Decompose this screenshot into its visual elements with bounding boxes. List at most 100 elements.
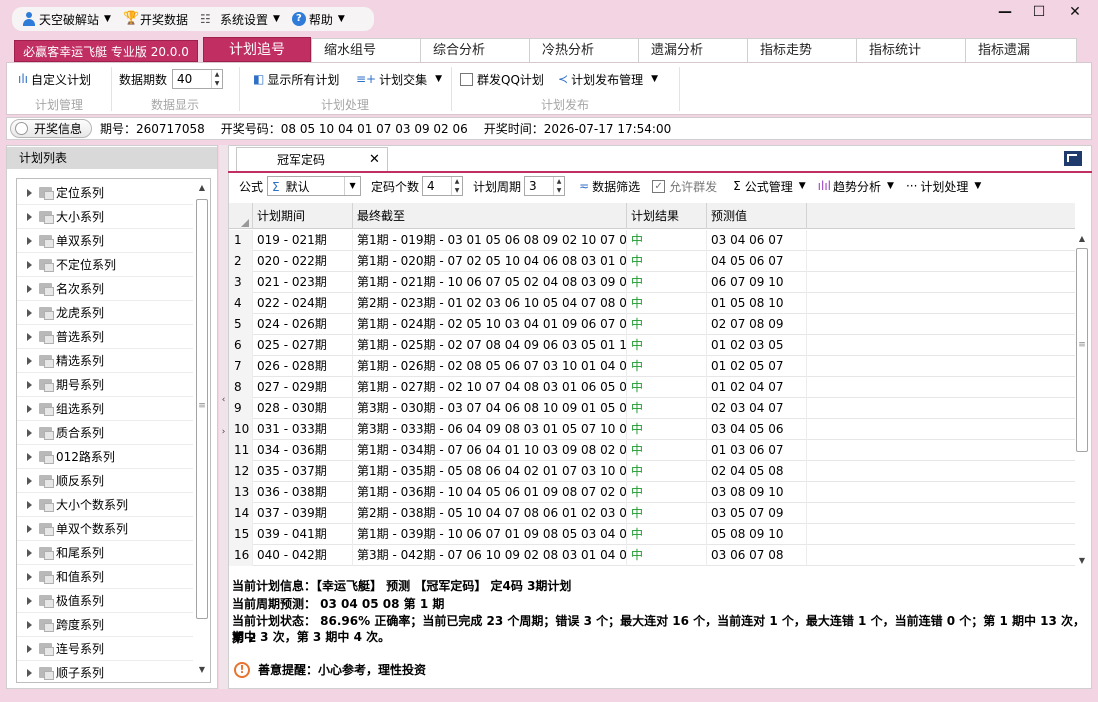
cell-pred[interactable]: 04 05 06 07: [707, 251, 807, 272]
table-row[interactable]: 11 034 - 036期 第1期 - 034期 - 07 06 04 01 10 …: [229, 440, 1075, 461]
plan-cycle-value[interactable]: 3: [525, 179, 553, 193]
cell-period[interactable]: 028 - 030期: [253, 398, 353, 419]
cell-n[interactable]: 8: [229, 377, 253, 398]
cell-pred[interactable]: 01 02 03 05: [707, 335, 807, 356]
table-row[interactable]: 7 026 - 028期 第1期 - 026期 - 02 08 05 06 07 0…: [229, 356, 1075, 377]
cell-n[interactable]: 5: [229, 314, 253, 335]
expand-arrow-icon[interactable]: [27, 596, 33, 605]
expand-arrow-icon[interactable]: [27, 500, 33, 509]
column-header[interactable]: 最终截至: [353, 203, 627, 229]
expand-arrow-icon[interactable]: [27, 308, 33, 317]
formula-select[interactable]: Σ 默认 ▼: [267, 176, 362, 196]
tree-item[interactable]: 大小系列: [17, 205, 193, 229]
table-row[interactable]: 8 027 - 029期 第1期 - 027期 - 02 10 07 04 08 0…: [229, 377, 1075, 398]
group-qq-plan-checkbox[interactable]: 群发QQ计划: [460, 68, 544, 90]
scroll-down-icon[interactable]: ▼: [1075, 556, 1089, 565]
tab-comprehensive[interactable]: 综合分析: [420, 38, 530, 62]
menu-help[interactable]: ? 帮助 ▼: [291, 11, 345, 28]
cell-final[interactable]: 第1期 - 019期 - 03 01 05 06 08 09 02 10 07 …: [353, 230, 627, 251]
cell-pred[interactable]: 03 08 09 10: [707, 482, 807, 503]
cell-n[interactable]: 1: [229, 230, 253, 251]
doc-tab-champion-code[interactable]: 冠军定码 ✕: [236, 147, 388, 172]
cell-n[interactable]: 13: [229, 482, 253, 503]
expand-arrow-icon[interactable]: [27, 380, 33, 389]
data-periods-stepper[interactable]: 40 ▲ ▼: [172, 69, 224, 89]
tab-indicator-trend[interactable]: 指标走势: [747, 38, 857, 62]
cell-final[interactable]: 第3期 - 030期 - 03 07 04 06 08 10 09 01 05 …: [353, 398, 627, 419]
scroll-down-icon[interactable]: ▼: [195, 665, 209, 674]
cell-period[interactable]: 027 - 029期: [253, 377, 353, 398]
tree-item[interactable]: 顺反系列: [17, 469, 193, 493]
tree-item[interactable]: 连号系列: [17, 637, 193, 661]
cell-period[interactable]: 025 - 027期: [253, 335, 353, 356]
tree-item[interactable]: 012路系列: [17, 445, 193, 469]
cell-n[interactable]: 4: [229, 293, 253, 314]
table-row[interactable]: 16 040 - 042期 第3期 - 042期 - 07 06 10 09 02 …: [229, 545, 1075, 566]
trend-analysis-button[interactable]: ılıl 趋势分析 ▼: [818, 178, 894, 195]
cell-result[interactable]: 中: [627, 272, 707, 293]
scrollbar-thumb[interactable]: [1076, 248, 1088, 452]
column-header[interactable]: 计划期间: [253, 203, 353, 229]
collapse-left-icon[interactable]: ‹: [219, 395, 228, 405]
lottery-info-toggle[interactable]: 开奖信息: [10, 119, 92, 138]
table-row[interactable]: 10 031 - 033期 第3期 - 033期 - 06 04 09 08 03 …: [229, 419, 1075, 440]
menu-settings[interactable]: ☷ 系统设置 ▼: [200, 11, 280, 28]
cell-period[interactable]: 026 - 028期: [253, 356, 353, 377]
cell-pred[interactable]: 03 04 05 06: [707, 419, 807, 440]
tab-indicator-stats[interactable]: 指标统计: [856, 38, 966, 62]
cell-period[interactable]: 035 - 037期: [253, 461, 353, 482]
allow-group-send-checkbox[interactable]: ✓ 允许群发: [652, 178, 717, 195]
cell-period[interactable]: 020 - 022期: [253, 251, 353, 272]
table-row[interactable]: 9 028 - 030期 第3期 - 030期 - 03 07 04 06 08 1…: [229, 398, 1075, 419]
cell-pred[interactable]: 02 04 05 08: [707, 461, 807, 482]
cell-result[interactable]: 中: [627, 251, 707, 272]
cell-result[interactable]: 中: [627, 524, 707, 545]
plan-cycle-stepper[interactable]: 3 ▲ ▼: [524, 176, 566, 196]
expand-arrow-icon[interactable]: [27, 332, 33, 341]
table-row[interactable]: 4 022 - 024期 第2期 - 023期 - 01 02 03 06 10 0…: [229, 293, 1075, 314]
cell-period[interactable]: 039 - 041期: [253, 524, 353, 545]
cell-n[interactable]: 3: [229, 272, 253, 293]
table-row[interactable]: 13 036 - 038期 第1期 - 036期 - 10 04 05 06 01 …: [229, 482, 1075, 503]
chevron-down-icon[interactable]: ▼: [344, 177, 360, 195]
cell-n[interactable]: 7: [229, 356, 253, 377]
expand-arrow-icon[interactable]: [27, 524, 33, 533]
table-row[interactable]: 3 021 - 023期 第1期 - 021期 - 10 06 07 05 02 0…: [229, 272, 1075, 293]
table-row[interactable]: 6 025 - 027期 第1期 - 025期 - 02 07 08 04 09 0…: [229, 335, 1075, 356]
tab-omission[interactable]: 遗漏分析: [638, 38, 748, 62]
tree-item[interactable]: 名次系列: [17, 277, 193, 301]
tree-item[interactable]: 和值系列: [17, 565, 193, 589]
expand-arrow-icon[interactable]: [27, 452, 33, 461]
minimize-button[interactable]: —: [990, 3, 1020, 21]
cell-result[interactable]: 中: [627, 440, 707, 461]
column-header[interactable]: 计划结果: [627, 203, 707, 229]
cell-period[interactable]: 040 - 042期: [253, 545, 353, 566]
expand-arrow-icon[interactable]: [27, 404, 33, 413]
cell-final[interactable]: 第1期 - 021期 - 10 06 07 05 02 04 08 03 09 …: [353, 272, 627, 293]
cell-n[interactable]: 11: [229, 440, 253, 461]
tab-shrink-group[interactable]: 缩水组号: [311, 38, 421, 62]
tree-item[interactable]: 和尾系列: [17, 541, 193, 565]
cell-result[interactable]: 中: [627, 356, 707, 377]
cell-result[interactable]: 中: [627, 461, 707, 482]
cell-result[interactable]: 中: [627, 335, 707, 356]
cell-pred[interactable]: 03 05 07 09: [707, 503, 807, 524]
tree-item[interactable]: 定位系列: [17, 181, 193, 205]
cell-pred[interactable]: 06 07 09 10: [707, 272, 807, 293]
tree-item[interactable]: 单双系列: [17, 229, 193, 253]
cell-period[interactable]: 031 - 033期: [253, 419, 353, 440]
cell-final[interactable]: 第1期 - 036期 - 10 04 05 06 01 09 08 07 02 …: [353, 482, 627, 503]
cell-n[interactable]: 10: [229, 419, 253, 440]
tree-item[interactable]: 龙虎系列: [17, 301, 193, 325]
expand-arrow-icon[interactable]: [27, 284, 33, 293]
cell-period[interactable]: 034 - 036期: [253, 440, 353, 461]
close-tab-icon[interactable]: ✕: [369, 148, 380, 172]
cell-n[interactable]: 14: [229, 503, 253, 524]
cell-n[interactable]: 12: [229, 461, 253, 482]
cell-final[interactable]: 第1期 - 034期 - 07 06 04 01 10 03 09 08 02 …: [353, 440, 627, 461]
expand-arrow-icon[interactable]: [27, 476, 33, 485]
tree-item[interactable]: 大小个数系列: [17, 493, 193, 517]
cell-result[interactable]: 中: [627, 419, 707, 440]
expand-arrow-icon[interactable]: [27, 356, 33, 365]
cell-pred[interactable]: 03 06 07 08: [707, 545, 807, 566]
